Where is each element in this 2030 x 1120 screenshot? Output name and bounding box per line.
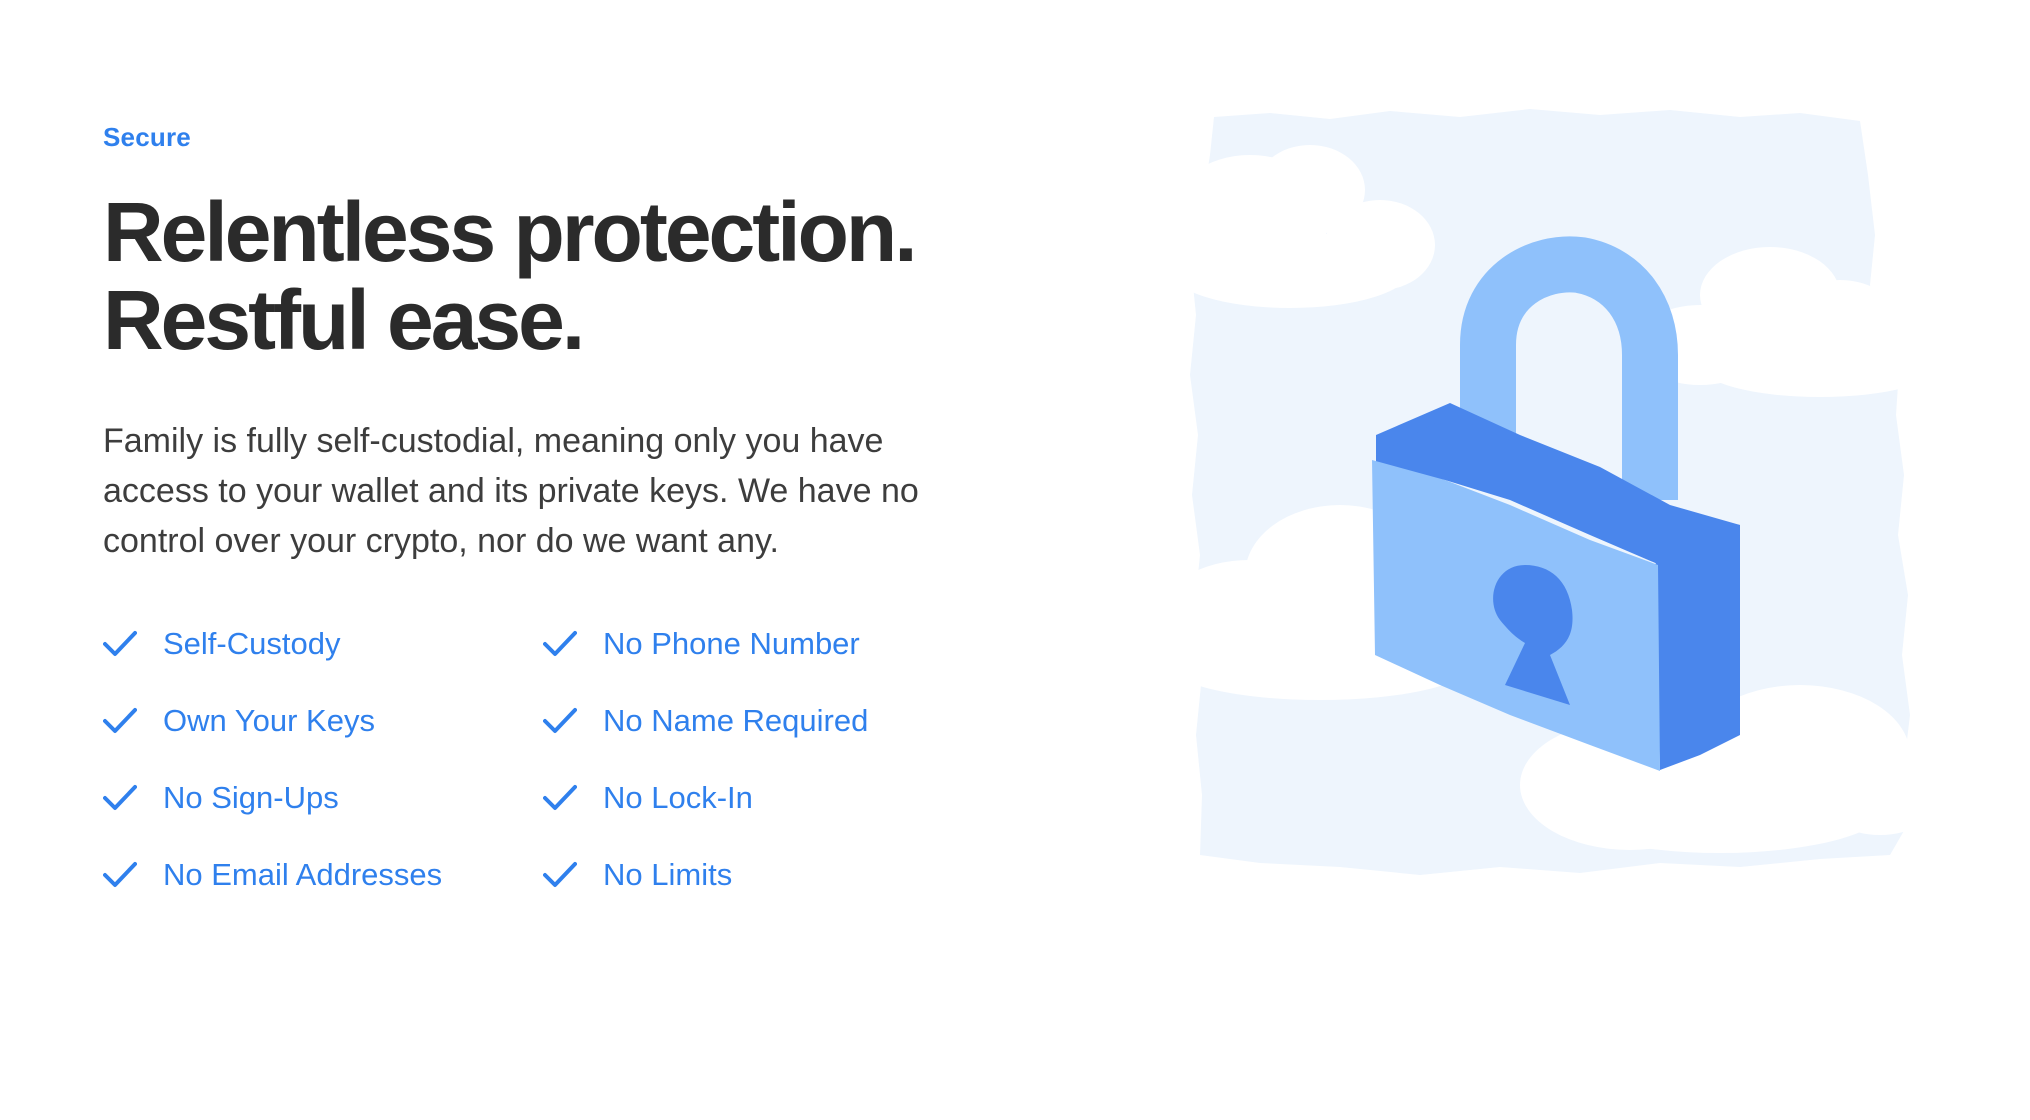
feature-label: No Email Addresses [163,857,443,892]
check-icon [103,785,137,810]
padlock-illustration [1180,95,1950,915]
feature-label: No Name Required [603,703,869,738]
check-icon [543,708,577,733]
feature-item: No Name Required [543,701,983,741]
section-headline: Relentless protection. Restful ease. [103,188,1003,364]
secure-section: Secure Relentless protection. Restful ea… [0,0,2030,1120]
check-icon [543,785,577,810]
feature-item: No Phone Number [543,624,983,664]
feature-item: Own Your Keys [103,701,543,741]
headline-line-2: Restful ease. [103,273,585,367]
feature-label: No Lock-In [603,780,753,815]
feature-item: Self-Custody [103,624,543,664]
feature-label: No Sign-Ups [163,780,339,815]
padlock-in-clouds-icon [1180,109,1940,875]
feature-label: No Phone Number [603,626,860,661]
feature-item: No Sign-Ups [103,778,543,818]
section-description: Family is fully self-custodial, meaning … [103,422,919,560]
check-icon [103,708,137,733]
feature-label: Self-Custody [163,626,341,661]
check-icon [103,862,137,887]
feature-label: No Limits [603,857,733,892]
section-eyebrow: Secure [103,122,191,152]
headline-line-1: Relentless protection. [103,185,918,279]
feature-list: Self-Custody No Phone Number Own Your Ke… [103,624,1003,895]
check-icon [543,631,577,656]
secure-content: Secure Relentless protection. Restful ea… [103,120,1003,895]
feature-label: Own Your Keys [163,703,375,738]
check-icon [103,631,137,656]
check-icon [543,862,577,887]
feature-item: No Lock-In [543,778,983,818]
feature-item: No Limits [543,855,983,895]
feature-item: No Email Addresses [103,855,543,895]
